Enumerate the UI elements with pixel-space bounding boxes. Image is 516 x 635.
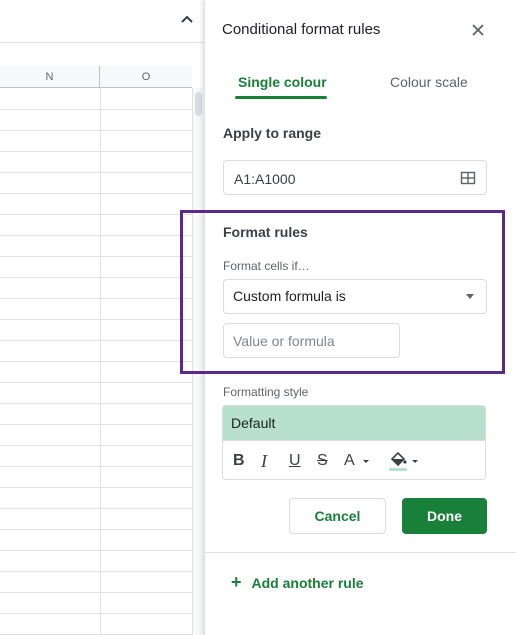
row-gridline (0, 130, 192, 131)
row-gridline (0, 277, 192, 278)
row-gridline (0, 298, 192, 299)
add-another-rule-link[interactable]: + Add another rule (231, 572, 364, 593)
row-gridline (0, 550, 192, 551)
row-gridline (0, 151, 192, 152)
row-gridline (0, 403, 192, 404)
close-icon[interactable] (470, 22, 486, 38)
panel-divider (205, 552, 516, 553)
range-input[interactable]: A1:A1000 (223, 160, 487, 195)
formatting-toolbar: B I U S A (222, 440, 486, 480)
row-gridline (0, 487, 192, 488)
highlight-box (180, 210, 505, 374)
sheet-toolbar-strip (0, 0, 204, 43)
spreadsheet-area[interactable]: N O (0, 0, 204, 635)
row-gridline (0, 319, 192, 320)
bold-button[interactable]: B (233, 451, 245, 471)
underline-button[interactable]: U (289, 451, 301, 471)
column-letter-n: N (45, 71, 54, 83)
text-color-dropdown-icon[interactable] (362, 459, 370, 465)
formatting-style-preset[interactable]: Default (222, 405, 486, 440)
row-gridline (0, 382, 192, 383)
row-gridline (0, 529, 192, 530)
italic-button[interactable]: I (261, 451, 267, 471)
formatting-style-label: Formatting style (223, 385, 309, 399)
preset-label: Default (231, 415, 276, 431)
column-header-n[interactable]: N (0, 66, 100, 88)
fill-color-icon[interactable] (388, 450, 408, 472)
tab-colour-scale[interactable]: Colour scale (390, 74, 468, 90)
panel-title: Conditional format rules (222, 21, 381, 38)
cancel-button[interactable]: Cancel (289, 498, 386, 534)
row-gridline (0, 214, 192, 215)
strikethrough-button[interactable]: S (317, 451, 328, 471)
column-header-o[interactable]: O (100, 66, 192, 88)
text-color-letter: A (344, 452, 355, 469)
row-gridline (0, 508, 192, 509)
apply-to-range-label: Apply to range (223, 125, 322, 141)
row-gridline (0, 571, 192, 572)
done-button[interactable]: Done (402, 498, 487, 534)
chevron-up-icon[interactable] (179, 12, 195, 28)
row-gridline (0, 424, 192, 425)
row-gridline (0, 445, 192, 446)
fill-color-dropdown-icon[interactable] (411, 459, 419, 465)
select-range-grid-icon[interactable] (460, 170, 476, 186)
range-value: A1:A1000 (234, 171, 296, 187)
row-gridline (0, 361, 192, 362)
row-gridline (0, 172, 192, 173)
plus-icon: + (231, 572, 242, 592)
row-gridline (0, 193, 192, 194)
scrollbar-thumb[interactable] (195, 92, 202, 116)
row-gridline (0, 592, 192, 593)
row-gridline (0, 109, 192, 110)
text-color-button[interactable]: A (344, 451, 355, 471)
active-tab-indicator (235, 96, 327, 99)
row-gridline (0, 235, 192, 236)
tab-single-colour[interactable]: Single colour (238, 74, 327, 90)
row-gridline (0, 613, 192, 614)
row-gridline (0, 340, 192, 341)
column-letter-o: O (141, 71, 151, 83)
row-gridline (0, 256, 192, 257)
row-gridline (0, 466, 192, 467)
add-rule-label: Add another rule (251, 575, 364, 591)
